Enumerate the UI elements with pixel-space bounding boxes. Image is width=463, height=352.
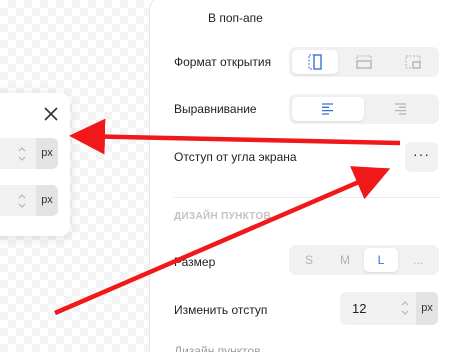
close-icon[interactable] [42,105,60,123]
corner-offset-more-button[interactable]: ··· [405,142,438,172]
open-format-label: Формат открытия [174,55,272,69]
open-format-segmented [289,47,439,77]
offset-y-field[interactable]: px [0,185,58,216]
stepper-icon[interactable] [18,193,26,209]
in-popup-label: В поп-апе [208,11,263,25]
divider [174,197,439,198]
open-format-side[interactable] [292,50,338,74]
unit-label: px [36,138,58,169]
align-left-icon [322,103,333,115]
align-left-option[interactable] [292,97,364,121]
align-right-option[interactable] [364,97,436,121]
unit-label: px [36,185,58,216]
unit-label: px [416,292,438,325]
size-segmented: S M L ... [289,245,439,275]
size-label: Размер [174,255,216,269]
corner-offset-label: Отступ от угла экрана [174,150,297,164]
alignment-label: Выравнивание [174,102,257,116]
corner-panel-icon [405,55,421,69]
side-panel-icon [308,54,322,70]
change-offset-value[interactable]: 12 [352,301,366,316]
stepper-icon[interactable] [18,146,26,162]
offset-x-field[interactable]: px [0,138,58,169]
stepper-icon[interactable] [401,300,409,316]
align-right-icon [395,103,406,115]
open-format-corner[interactable] [390,50,436,74]
size-option-l[interactable]: L [364,248,398,272]
change-offset-label: Изменить отступ [174,303,268,317]
alignment-segmented [289,94,439,124]
offset-popup: px px [0,93,70,236]
design-items-label-cut: Дизайн пунктов [174,344,261,352]
size-option-more[interactable]: ... [400,248,436,272]
top-panel-icon [356,55,372,69]
open-format-top[interactable] [341,50,387,74]
change-offset-field[interactable]: 12 px [340,292,438,325]
size-option-m[interactable]: M [328,248,362,272]
size-option-s[interactable]: S [292,248,326,272]
section-title: ДИЗАЙН ПУНКТОВ [174,211,272,222]
